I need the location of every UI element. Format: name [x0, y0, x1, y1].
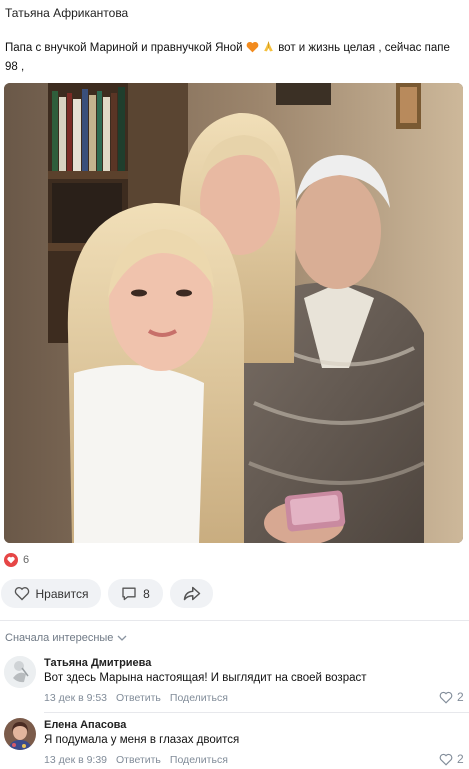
reply-button[interactable]: Ответить: [116, 692, 161, 704]
comment-meta: 13 дек в 9:39 Ответить Поделиться: [44, 754, 237, 766]
divider: [44, 712, 469, 713]
comment-like-count: 2: [457, 690, 464, 704]
chevron-down-icon: [117, 635, 127, 641]
like-button[interactable]: Нравится: [1, 579, 101, 608]
heart-outline-icon: [439, 691, 453, 704]
comments-button[interactable]: 8: [108, 579, 163, 608]
comment-icon: [122, 587, 136, 601]
folded-hands-icon: [262, 40, 275, 59]
comment-date[interactable]: 13 дек в 9:39: [44, 754, 107, 766]
share-button[interactable]: [170, 579, 213, 608]
divider: [0, 620, 469, 621]
post-photo[interactable]: [4, 83, 463, 543]
comment-like-button[interactable]: 2: [439, 752, 464, 766]
post-text: Папа с внучкой Мариной и правнучкой Яной…: [5, 40, 463, 76]
share-comment-button[interactable]: Поделиться: [170, 754, 228, 766]
comment-author[interactable]: Елена Апасова: [44, 719, 126, 731]
reactions-summary[interactable]: 6: [4, 553, 29, 567]
comments-count: 8: [143, 586, 150, 601]
comments-sort-dropdown[interactable]: Сначала интересные: [5, 632, 127, 644]
heart-icon: [4, 553, 18, 567]
reply-button[interactable]: Ответить: [116, 754, 161, 766]
comment-text: Вот здесь Марына настоящая! И выглядит н…: [44, 672, 367, 684]
comment-meta: 13 дек в 9:53 Ответить Поделиться: [44, 692, 237, 704]
avatar[interactable]: [4, 718, 36, 750]
post-author[interactable]: Татьяна Африкантова: [5, 6, 128, 20]
comment-date[interactable]: 13 дек в 9:53: [44, 692, 107, 704]
comment-author[interactable]: Татьяна Дмитриева: [44, 657, 151, 669]
comment-text: Я подумала у меня в глазах двоится: [44, 734, 240, 746]
comment-like-button[interactable]: 2: [439, 690, 464, 704]
heart-outline-icon: [14, 587, 29, 601]
avatar[interactable]: [4, 656, 36, 688]
share-icon: [183, 586, 200, 601]
post-text-part1: Папа с внучкой Мариной и правнучкой Яной: [5, 42, 243, 54]
like-button-label: Нравится: [35, 586, 89, 601]
heart-outline-icon: [439, 753, 453, 766]
share-comment-button[interactable]: Поделиться: [170, 692, 228, 704]
comments-sort-label: Сначала интересные: [5, 632, 114, 644]
likes-count: 6: [23, 554, 30, 566]
orange-heart-icon: [246, 41, 259, 59]
comment-like-count: 2: [457, 752, 464, 766]
